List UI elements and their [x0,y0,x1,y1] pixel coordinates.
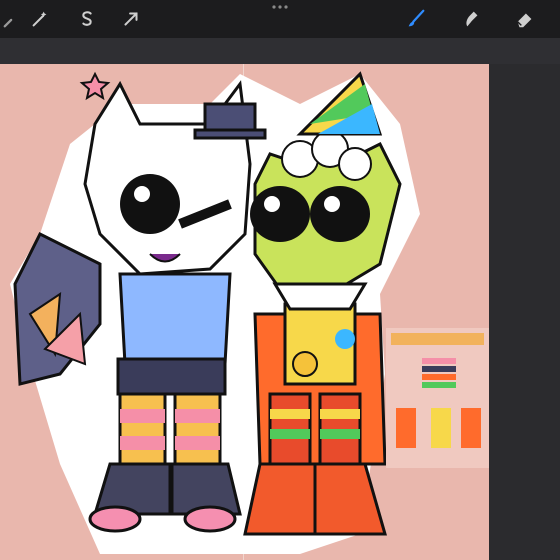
reference-thumbnail[interactable] [386,328,489,468]
workspace-background [489,64,560,560]
selection-s-icon[interactable] [74,6,100,32]
brush-icon[interactable] [403,6,429,32]
arrow-transform-icon[interactable] [118,6,144,32]
toolbar-grip-icon[interactable] [271,3,289,11]
magic-wand-icon[interactable] [27,6,53,32]
smudge-icon[interactable] [458,6,484,32]
wrench-icon[interactable] [0,6,26,32]
top-toolbar [0,0,560,38]
workspace-gutter [0,38,560,64]
canvas-artwork [10,71,420,554]
eraser-icon[interactable] [512,6,538,32]
